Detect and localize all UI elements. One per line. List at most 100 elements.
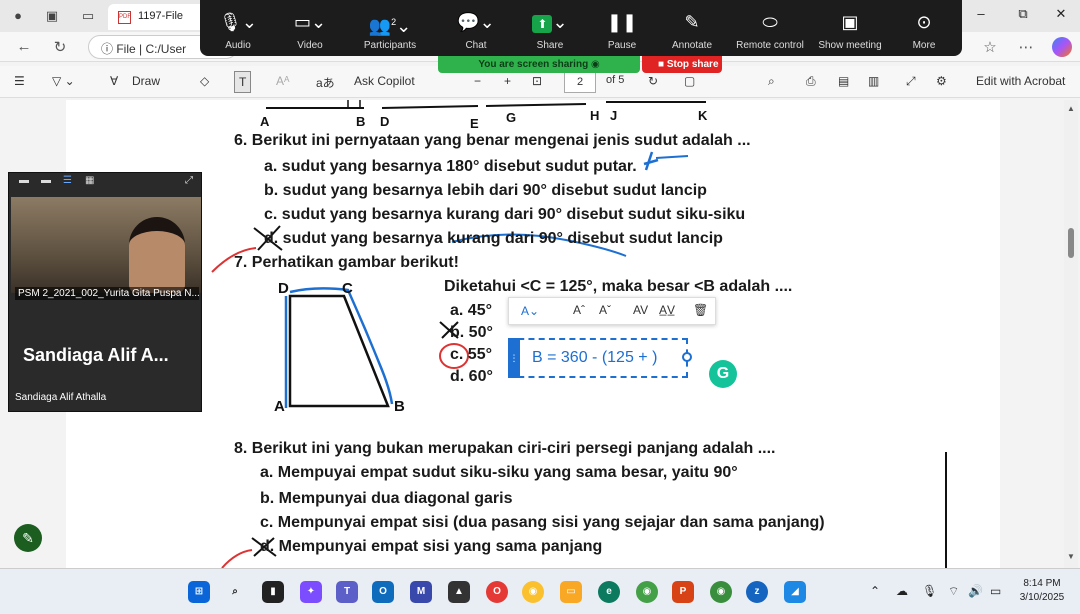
formula-text-box[interactable]: ⋮ B = 360 - (125 + ) (508, 338, 692, 378)
show-meeting-button[interactable]: ▣ Show meeting (810, 0, 890, 56)
file-explorer-icon[interactable]: ▭ (560, 581, 582, 603)
fit-page-icon[interactable]: ⊡ (532, 74, 542, 88)
text-size-icon[interactable]: Aᴬ (276, 74, 289, 88)
search-icon[interactable]: ⌕ (224, 581, 246, 603)
save-icon[interactable]: ▤ (838, 74, 849, 88)
participant-video-panel[interactable]: ▬ ▬ ☰ ▦ ⤢ PSM 2_2021_002_Yurita Gita Pus… (8, 172, 202, 412)
hide-video-icon[interactable]: ▬ (41, 175, 51, 186)
minimize-button[interactable]: – (966, 6, 996, 21)
chrome-alt-icon[interactable]: ◉ (710, 581, 732, 603)
back-arrow-icon[interactable]: ← (14, 38, 34, 55)
trapezoid-label-b: B (394, 398, 405, 415)
chrome-icon[interactable]: ◉ (522, 581, 544, 603)
delete-icon[interactable]: 🗑 (693, 303, 708, 317)
tab-pdf-file[interactable]: PDF 1197-File (108, 4, 208, 30)
tray-chevron-icon[interactable]: ⌃ (870, 584, 880, 598)
app-icon[interactable]: M (410, 581, 432, 603)
resize-handle[interactable] (682, 352, 692, 362)
copilot-icon[interactable] (1052, 37, 1072, 57)
zoom-in-icon[interactable]: + (504, 74, 511, 88)
edge-icon[interactable]: e (598, 581, 620, 603)
save-as-icon[interactable]: ▥ (868, 74, 879, 88)
favorite-star-icon[interactable]: ☆ (980, 38, 1000, 56)
search-icon[interactable]: ⌕ (768, 74, 775, 89)
refresh-icon[interactable]: ↻ (50, 38, 70, 56)
browser-menu-icon[interactable]: ⋯ (1016, 38, 1036, 56)
mic-tray-icon[interactable]: 🎙 (922, 584, 937, 598)
copilot-app-icon[interactable]: ✦ (300, 581, 322, 603)
increase-font-icon[interactable]: Aˆ (573, 303, 585, 317)
formula-text[interactable]: B = 360 - (125 + ) (532, 349, 657, 367)
zoom-out-icon[interactable]: − (474, 74, 481, 88)
screen: ● ▣ ▭ PDF 1197-File – ⧉ ✕ ← ↻ ⓘ File | C… (0, 0, 1080, 614)
drag-handle-icon[interactable]: ⋮ (508, 338, 520, 378)
tab-actions-icon[interactable]: ▭ (80, 8, 96, 24)
windows-start-icon[interactable]: ⊞ (188, 581, 210, 603)
settings-gear-icon[interactable]: ⚙ (936, 74, 947, 88)
audio-button[interactable]: 🎙⌄ Audio (200, 0, 276, 56)
close-window-button[interactable]: ✕ (1046, 6, 1076, 22)
scroll-thumb[interactable] (1068, 228, 1074, 258)
zoom-app-icon[interactable]: z (746, 581, 768, 603)
opera-icon[interactable]: O (486, 581, 508, 603)
system-clock[interactable]: 8:14 PM 3/10/2025 (1012, 577, 1072, 605)
maximize-button[interactable]: ⧉ (1008, 6, 1038, 22)
task-view-icon[interactable]: ▮ (262, 581, 284, 603)
eraser-icon[interactable]: ◇ (200, 74, 209, 88)
scroll-down-icon[interactable]: ▼ (1067, 552, 1075, 561)
page-view-icon[interactable]: ▢ (684, 74, 695, 88)
text-box-icon[interactable]: T (234, 71, 252, 93)
photos-icon[interactable]: ◢ (784, 581, 806, 603)
chat-button[interactable]: 💬⌄ Chat (438, 0, 514, 56)
ink-stroke-a (655, 155, 689, 159)
page-number-input[interactable]: 2 (564, 71, 596, 93)
outlook-icon[interactable]: O (372, 581, 394, 603)
q7-prompt: Diketahui <C = 125°, maka besar <B adala… (444, 278, 793, 295)
scroll-up-icon[interactable]: ▲ (1067, 104, 1075, 113)
expand-icon[interactable]: ⤢ (185, 175, 193, 186)
participants-button[interactable]: 👥2⌄ Participants (352, 0, 428, 56)
font-color-icon[interactable]: A⌄ (521, 304, 539, 318)
powerpoint-icon[interactable]: P (672, 581, 694, 603)
remote-control-button[interactable]: ⬭ Remote control (730, 0, 810, 56)
decrease-font-icon[interactable]: Aˇ (599, 303, 611, 317)
more-button[interactable]: ⊙ More (886, 0, 962, 56)
contents-list-icon[interactable]: ☰ (14, 74, 25, 88)
fullscreen-icon[interactable]: ⤢ (906, 74, 916, 89)
onedrive-icon[interactable]: ☁ (896, 584, 908, 598)
workspaces-icon[interactable]: ▣ (44, 8, 60, 24)
draw-button[interactable]: Draw (132, 74, 160, 88)
grammarly-icon[interactable]: G (709, 360, 737, 388)
battery-icon[interactable]: ▭ (990, 584, 1001, 598)
print-icon[interactable]: ⎙ (806, 74, 816, 89)
gallery-view-icon[interactable]: ▦ (85, 175, 94, 186)
ask-copilot-button[interactable]: Ask Copilot (354, 74, 415, 88)
video-button[interactable]: ▭⌄ Video (272, 0, 348, 56)
edit-pencil-icon[interactable]: ✎ (14, 524, 42, 552)
spacing-icon[interactable]: AV (633, 303, 648, 317)
draw-icon[interactable]: ∀ (110, 74, 118, 88)
q6-option-d: d. sudut yang besarnya kurang dari 90° d… (264, 230, 723, 247)
teams-icon[interactable]: T (336, 581, 358, 603)
annotate-button[interactable]: ✎ Annotate (654, 0, 730, 56)
wifi-icon[interactable]: ⌔ (948, 584, 959, 599)
pause-button[interactable]: ❚❚ Pause (584, 0, 660, 56)
vertical-scrollbar[interactable]: ▲ ▼ (1064, 100, 1078, 568)
read-aloud-icon[interactable]: aあ (316, 74, 335, 91)
profile-icon[interactable]: ● (10, 8, 26, 24)
share-button[interactable]: ⬆ ⌄ Share (512, 0, 588, 56)
figure-label-e: E (470, 116, 479, 131)
edit-with-acrobat-button[interactable]: Edit with Acrobat (976, 74, 1065, 88)
trapezoid-label-d: D (278, 280, 289, 297)
minimize-video-icon[interactable]: ▬ (19, 175, 29, 186)
line-spacing-icon[interactable]: A̲V̲ (659, 303, 675, 317)
list-view-icon[interactable]: ☰ (63, 175, 72, 186)
q7-option-a: a. 45° (450, 302, 492, 319)
chrome-profile-icon[interactable]: ◉ (636, 581, 658, 603)
store-icon[interactable]: ▲ (448, 581, 470, 603)
volume-icon[interactable]: 🔊 (968, 584, 983, 598)
screen-sharing-banner: You are screen sharing ◉ (438, 56, 640, 73)
highlight-icon[interactable]: ▽ ⌄ (52, 74, 75, 88)
stop-share-button[interactable]: ■ Stop share (642, 56, 722, 73)
rotate-icon[interactable]: ↻ (648, 74, 658, 88)
